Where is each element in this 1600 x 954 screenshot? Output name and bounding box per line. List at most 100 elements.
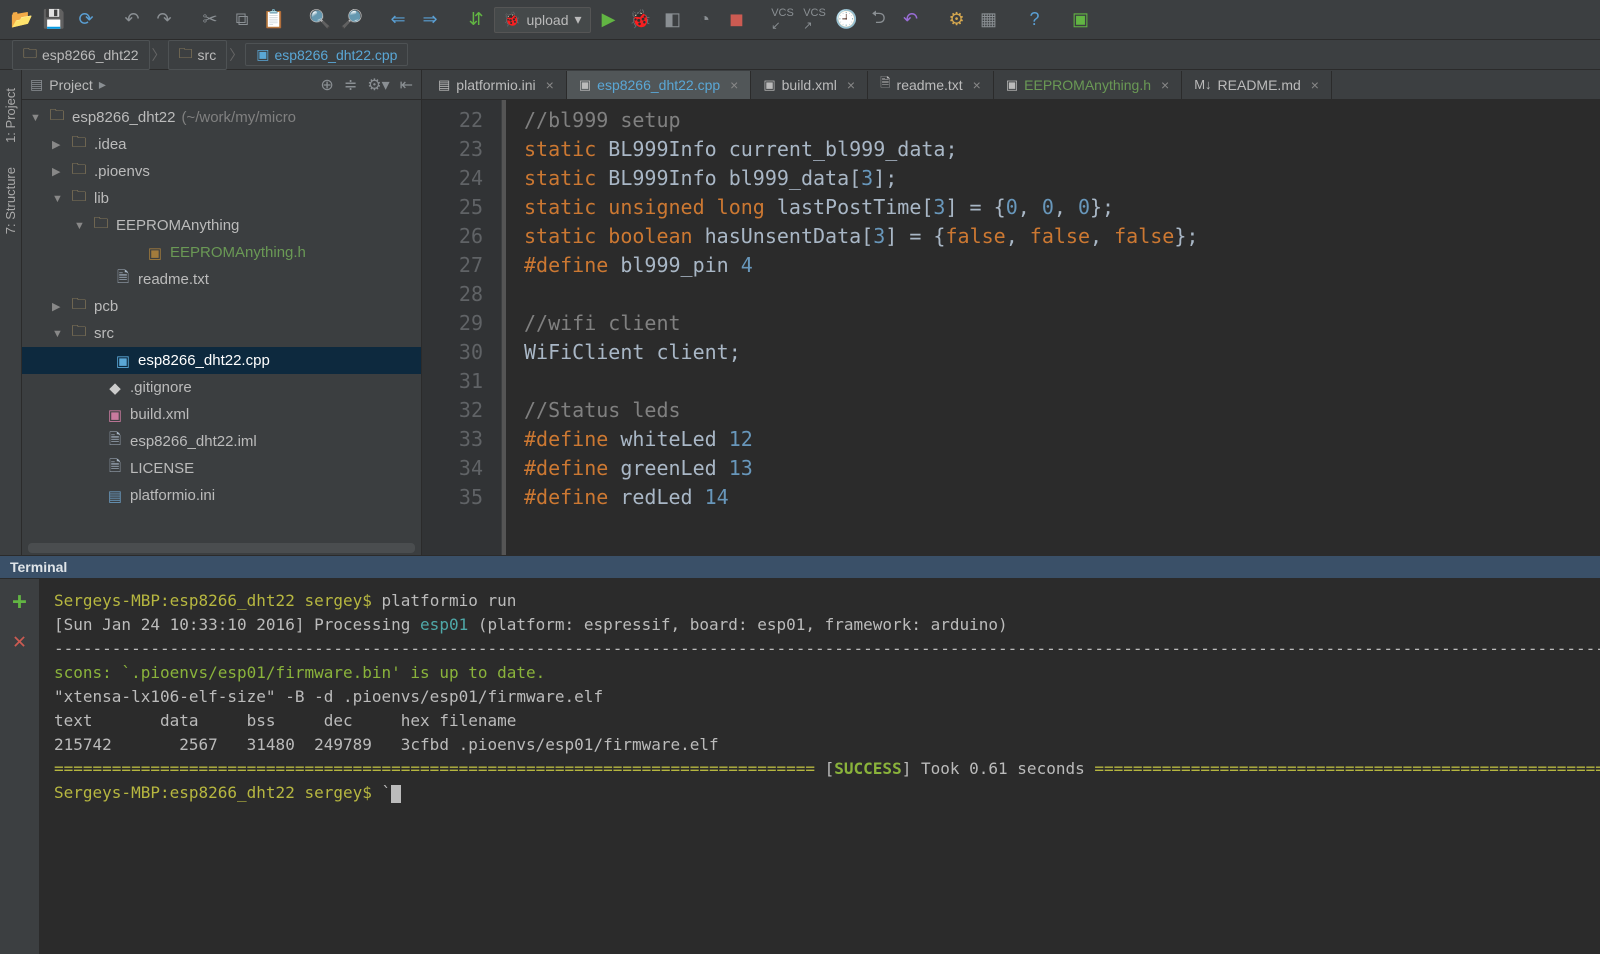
vcs-history-icon[interactable]: 🕘 — [833, 6, 861, 34]
help-icon[interactable]: ? — [1021, 6, 1049, 34]
terminal-tool-header[interactable]: Terminal — [0, 555, 1600, 579]
breadcrumb-item[interactable]: ▣esp8266_dht22.cpp — [245, 43, 408, 66]
tree-label: readme.txt — [138, 271, 209, 288]
stop-icon[interactable]: ◼ — [723, 6, 751, 34]
structure-tool-tab[interactable]: 7: Structure — [1, 155, 20, 246]
close-tab-icon[interactable]: × — [1161, 77, 1169, 93]
header-file-icon: ▣ — [146, 244, 164, 262]
editor-tab[interactable]: ▤platformio.ini× — [426, 71, 567, 99]
gear-icon[interactable]: ⚙▾ — [367, 75, 389, 95]
breadcrumb-item[interactable]: 🗀src — [168, 40, 228, 70]
rollback-icon[interactable]: ↶ — [897, 6, 925, 34]
structure-icon[interactable]: ▦ — [975, 6, 1003, 34]
editor-tab[interactable]: M↓README.md× — [1182, 71, 1332, 99]
editor-tabs: ▤platformio.ini×▣esp8266_dht22.cpp×▣buil… — [422, 70, 1600, 100]
file-type-icon: ▣ — [1006, 77, 1018, 93]
tree-row[interactable]: 🗎readme.txt — [22, 266, 421, 293]
redo-icon[interactable]: ↷ — [150, 6, 178, 34]
coverage-icon[interactable]: ◧ — [659, 6, 687, 34]
tree-label: EEPROMAnything — [116, 217, 239, 234]
tree-row[interactable]: ▼🗀EEPROMAnything — [22, 212, 421, 239]
cut-icon[interactable]: ✂ — [196, 6, 224, 34]
editor-tab[interactable]: 🗎readme.txt× — [868, 71, 994, 99]
tree-label: src — [94, 325, 114, 342]
tree-row[interactable]: ▶🗀pcb — [22, 293, 421, 320]
close-tab-icon[interactable]: × — [1311, 77, 1319, 93]
paste-icon[interactable]: 📋 — [260, 6, 288, 34]
build-icon[interactable]: ⇵ — [462, 6, 490, 34]
tree-label: esp8266_dht22.iml — [130, 433, 257, 450]
copy-icon[interactable]: ⧉ — [228, 6, 256, 34]
editor-tab[interactable]: ▣esp8266_dht22.cpp× — [567, 71, 751, 99]
close-tab-icon[interactable]: × — [973, 77, 981, 93]
tree-row[interactable]: ▣build.xml — [22, 401, 421, 428]
tree-arrow-icon[interactable]: ▶ — [52, 138, 64, 151]
hide-icon[interactable]: ⇤ — [400, 75, 413, 95]
tree-row[interactable]: ▶🗀.idea — [22, 131, 421, 158]
tree-arrow-icon[interactable]: ▶ — [52, 165, 64, 178]
vcs-commit-icon[interactable]: VCS↗ — [801, 6, 829, 34]
tree-row[interactable]: ▤platformio.ini — [22, 482, 421, 509]
platformio-icon[interactable]: ▣ — [1067, 6, 1095, 34]
breadcrumb: 🗀esp8266_dht22〉🗀src〉▣esp8266_dht22.cpp — [0, 40, 1600, 70]
editor-tab-label: build.xml — [782, 77, 837, 93]
tree-row[interactable]: ▶🗀.pioenvs — [22, 158, 421, 185]
tree-row[interactable]: ▣esp8266_dht22.cpp — [22, 347, 421, 374]
tree-row[interactable]: ▼🗀esp8266_dht22 (~/work/my/micro — [22, 104, 421, 131]
file-type-icon: ▣ — [579, 77, 591, 93]
editor-tab-label: README.md — [1218, 77, 1301, 93]
chevron-down-icon: ▾ — [574, 11, 581, 28]
editor-tab[interactable]: ▣build.xml× — [751, 71, 868, 99]
close-tab-icon[interactable]: × — [847, 77, 855, 93]
editor-tab[interactable]: ▣EEPROMAnything.h× — [994, 71, 1182, 99]
tree-label: lib — [94, 190, 109, 207]
horizontal-scrollbar[interactable] — [28, 543, 415, 553]
terminal-close-session-icon[interactable]: ✕ — [13, 629, 26, 654]
folder-icon: 🗀 — [70, 132, 88, 157]
breadcrumb-separator-icon: 〉 — [152, 45, 166, 65]
debug-icon[interactable]: 🐞 — [627, 6, 655, 34]
collapse-icon[interactable]: ≑ — [344, 75, 357, 95]
tree-arrow-icon[interactable]: ▼ — [52, 193, 64, 205]
tree-row[interactable]: ▼🗀lib — [22, 185, 421, 212]
tree-row[interactable]: ◆.gitignore — [22, 374, 421, 401]
locate-icon[interactable]: ⊕ — [320, 75, 333, 95]
open-icon[interactable]: 📂 — [8, 6, 36, 34]
tree-arrow-icon[interactable]: ▼ — [30, 112, 42, 124]
breadcrumb-label: esp8266_dht22 — [42, 47, 139, 63]
terminal-side-toolbar: + ✕ — [0, 579, 40, 954]
zoom-in-icon[interactable]: 🔍 — [306, 6, 334, 34]
project-tool-tab[interactable]: 1: Project — [1, 76, 20, 155]
chevron-right-icon[interactable]: ▸ — [99, 76, 106, 93]
terminal-output[interactable]: Sergeys-MBP:esp8266_dht22 sergey$ platfo… — [40, 579, 1600, 954]
tree-arrow-icon[interactable]: ▶ — [52, 300, 64, 313]
close-tab-icon[interactable]: × — [546, 77, 554, 93]
close-tab-icon[interactable]: × — [730, 77, 738, 93]
project-tree[interactable]: ▼🗀esp8266_dht22 (~/work/my/micro▶🗀.idea▶… — [22, 100, 421, 541]
back-icon[interactable]: ⇐ — [384, 6, 412, 34]
run-configuration-selector[interactable]: 🐞 upload ▾ — [494, 7, 591, 33]
tree-row[interactable]: ▣EEPROMAnything.h — [22, 239, 421, 266]
run-icon[interactable]: ▶ — [595, 6, 623, 34]
tree-arrow-icon[interactable]: ▼ — [74, 220, 86, 232]
save-icon[interactable]: 💾 — [40, 6, 68, 34]
tree-row[interactable]: 🗎esp8266_dht22.iml — [22, 428, 421, 455]
sync-icon[interactable]: ⟳ — [72, 6, 100, 34]
code-editor[interactable]: 2223242526272829303132333435 //bl999 set… — [422, 100, 1600, 555]
main-toolbar: 📂 💾 ⟳ ↶ ↷ ✂ ⧉ 📋 🔍 🔎 ⇐ ⇒ ⇵ 🐞 upload ▾ ▶ 🐞… — [0, 0, 1600, 40]
code-content[interactable]: //bl999 setupstatic BL999Info current_bl… — [502, 100, 1600, 555]
project-panel-title[interactable]: Project — [49, 77, 93, 93]
forward-icon[interactable]: ⇒ — [416, 6, 444, 34]
breadcrumb-item[interactable]: 🗀esp8266_dht22 — [12, 40, 150, 70]
settings-icon[interactable]: ⚙ — [943, 6, 971, 34]
vcs-update-icon[interactable]: VCS↙ — [769, 6, 797, 34]
profile-icon[interactable]: ◔ — [691, 6, 719, 34]
undo-icon[interactable]: ↶ — [118, 6, 146, 34]
vcs-revert-icon[interactable]: ⮌ — [865, 6, 893, 34]
tree-arrow-icon[interactable]: ▼ — [52, 328, 64, 340]
zoom-out-icon[interactable]: 🔎 — [338, 6, 366, 34]
terminal-new-session-icon[interactable]: + — [12, 587, 26, 615]
tree-row[interactable]: 🗎LICENSE — [22, 455, 421, 482]
tree-row[interactable]: ▼🗀src — [22, 320, 421, 347]
tree-suffix: (~/work/my/micro — [181, 109, 296, 126]
